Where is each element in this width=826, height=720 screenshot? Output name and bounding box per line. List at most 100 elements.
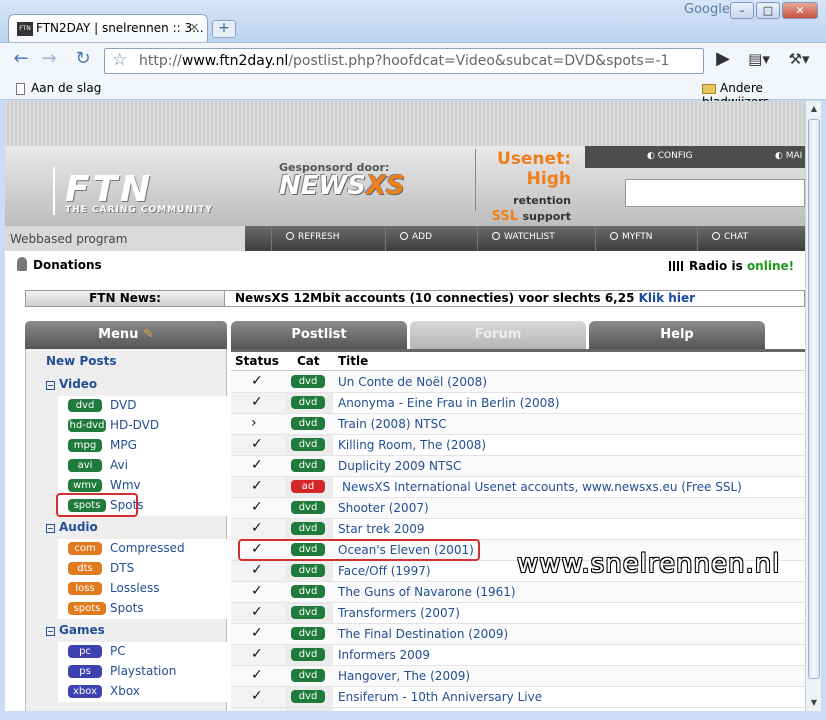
- post-title-link[interactable]: The Guns of Navarone (1961): [338, 585, 516, 599]
- category-badge[interactable]: dvd: [291, 669, 325, 682]
- table-row[interactable]: ✓ dvd Informers 2009: [231, 645, 805, 666]
- close-tab-icon[interactable]: ✕: [190, 21, 199, 34]
- table-row[interactable]: ✓ dvd Un Conte de Noël (2008): [231, 372, 805, 393]
- post-title-link[interactable]: Duplicity 2009 NTSC: [338, 459, 461, 473]
- header-top-strip: [5, 101, 805, 146]
- mail-link[interactable]: ◐ MAI: [775, 151, 802, 161]
- category-badge[interactable]: dvd: [291, 438, 325, 451]
- config-link[interactable]: ◐ CONFIG: [647, 151, 693, 161]
- table-row[interactable]: ✓ dvd Hangover, The (2009): [231, 666, 805, 687]
- sidebar: New Posts − Video dvd DVD hd-dvd HD-DVD mpg MP…: [25, 349, 228, 711]
- maximize-icon[interactable]: □: [756, 2, 780, 19]
- category-badge[interactable]: dvd: [291, 606, 325, 619]
- table-row[interactable]: ✓ ad NewsXS International Usenet accounts,…: [231, 477, 805, 498]
- sidebar-item-label: Compressed: [110, 541, 185, 555]
- sidebar-item-spots[interactable]: spots Spots: [58, 599, 228, 619]
- usenet-ad[interactable]: Usenet: High retention SSL support: [475, 149, 575, 224]
- sidebar-item-mpg[interactable]: mpg MPG: [58, 436, 228, 456]
- post-title-link[interactable]: Informers 2009: [338, 648, 430, 662]
- sidebar-item-pc[interactable]: pc PC: [58, 642, 228, 662]
- section-video[interactable]: − Video: [46, 377, 97, 391]
- tab-forum[interactable]: Forum: [410, 321, 586, 349]
- new-posts-link[interactable]: New Posts: [46, 354, 117, 368]
- table-row[interactable]: › dvd Train (2008) NTSC: [231, 414, 805, 435]
- sidebar-item-playstation[interactable]: ps Playstation: [58, 662, 228, 682]
- category-badge[interactable]: dvd: [291, 648, 325, 661]
- post-title-link[interactable]: Anonyma - Eine Frau in Berlin (2008): [338, 396, 560, 410]
- sidebar-item-xbox[interactable]: xbox Xbox: [58, 682, 228, 702]
- new-tab-button[interactable]: +: [212, 20, 236, 38]
- post-title-link[interactable]: Shooter (2007): [338, 501, 429, 515]
- sidebar-item-lossless[interactable]: loss Lossless: [58, 579, 228, 599]
- category-badge[interactable]: dvd: [291, 417, 325, 430]
- post-title-link[interactable]: Ensiferum - 10th Anniversary Live: [338, 690, 542, 704]
- category-badge[interactable]: ad: [291, 480, 325, 493]
- table-row[interactable]: ✓ dvd Anonyma - Eine Frau in Berlin (2008): [231, 393, 805, 414]
- table-row[interactable]: ✓ dvd Ensiferum - 10th Anniversary Live: [231, 687, 805, 708]
- sponsor-logo[interactable]: NEWSXS: [279, 171, 405, 201]
- tab-help[interactable]: Help: [589, 321, 765, 349]
- page-menu-icon[interactable]: ▤▾: [744, 48, 774, 72]
- news-link[interactable]: Klik hier: [639, 291, 695, 305]
- category-badge[interactable]: dvd: [291, 501, 325, 514]
- reload-icon[interactable]: ↻: [70, 48, 96, 72]
- category-badge[interactable]: dvd: [291, 564, 325, 577]
- sidebar-item-hd-dvd[interactable]: hd-dvd HD-DVD: [58, 416, 228, 436]
- post-title-link[interactable]: Transformers (2007): [338, 606, 460, 620]
- tab-postlist[interactable]: Postlist: [231, 321, 407, 349]
- post-title-link[interactable]: Hangover, The (2009): [338, 669, 470, 683]
- table-row[interactable]: ✓ dvd The Guns of Navarone (1961): [231, 582, 805, 603]
- post-title-link[interactable]: Train (2008) NTSC: [338, 417, 447, 431]
- category-badge[interactable]: dvd: [291, 627, 325, 640]
- table-row[interactable]: ✓ dvd Star trek 2009: [231, 519, 805, 540]
- table-row[interactable]: ✓ dvd Duplicity 2009 NTSC: [231, 456, 805, 477]
- category-badge[interactable]: dvd: [291, 459, 325, 472]
- sidebar-item-dvd[interactable]: dvd DVD: [58, 396, 228, 416]
- col-status[interactable]: Status: [235, 354, 279, 368]
- close-window-icon[interactable]: ✕: [782, 2, 818, 19]
- minimize-icon[interactable]: –: [730, 2, 754, 19]
- nav-add[interactable]: ADD: [385, 226, 467, 251]
- category-badge[interactable]: dvd: [291, 396, 325, 409]
- vertical-scrollbar[interactable]: ▲ ▼: [805, 101, 821, 711]
- sidebar-item-avi[interactable]: avi Avi: [58, 456, 228, 476]
- category-badge[interactable]: dvd: [291, 522, 325, 535]
- post-title-link[interactable]: Killing Room, The (2008): [338, 438, 486, 452]
- table-row[interactable]: ✓ dvd Killing Room, The (2008): [231, 435, 805, 456]
- table-row[interactable]: ✓ dvd Transformers (2007): [231, 603, 805, 624]
- back-icon[interactable]: ←: [8, 48, 34, 72]
- post-title-link[interactable]: The Final Destination (2009): [338, 627, 508, 641]
- bookmark-aan-de-slag[interactable]: Aan de slag: [16, 81, 101, 95]
- post-title-link[interactable]: NewsXS International Usenet accounts, ww…: [342, 480, 742, 494]
- table-row[interactable]: ✓ dvd The Final Destination (2009): [231, 624, 805, 645]
- address-bar[interactable]: ☆ http://www.ftn2day.nl/postlist.php?hoof…: [104, 48, 704, 74]
- col-title[interactable]: Title: [338, 354, 368, 368]
- star-icon[interactable]: ☆: [112, 50, 127, 70]
- nav-watchlist[interactable]: WATCHLIST: [477, 226, 587, 251]
- header-search-input[interactable]: [625, 179, 805, 207]
- news-label: FTN News:: [25, 290, 225, 307]
- go-icon[interactable]: ▶: [710, 48, 736, 72]
- wrench-icon[interactable]: ⚒▾: [782, 48, 816, 72]
- category-badge[interactable]: dvd: [291, 585, 325, 598]
- forward-icon[interactable]: →: [36, 48, 62, 72]
- col-cat[interactable]: Cat: [297, 354, 320, 368]
- radio-status[interactable]: Radio is online!: [669, 259, 794, 273]
- table-row[interactable]: ✓ dvd Shooter (2007): [231, 498, 805, 519]
- post-title-link[interactable]: Un Conte de Noël (2008): [338, 375, 487, 389]
- post-title-link[interactable]: Star trek 2009: [338, 522, 424, 536]
- donations-link[interactable]: Donations: [17, 257, 102, 272]
- scroll-up-icon: ▲: [810, 104, 818, 113]
- nav-refresh[interactable]: REFRESH: [271, 226, 369, 251]
- nav-myftn[interactable]: MYFTN: [595, 226, 681, 251]
- section-games[interactable]: − Games: [46, 623, 105, 637]
- nav-chat[interactable]: CHAT: [697, 226, 805, 251]
- sidebar-item-dts[interactable]: dts DTS: [58, 559, 228, 579]
- browser-tab[interactable]: FTN FTN2DAY | snelrennen :: 3... ✕: [8, 14, 208, 44]
- post-title-link[interactable]: Face/Off (1997): [338, 564, 431, 578]
- section-audio[interactable]: − Audio: [46, 520, 98, 534]
- sidebar-item-compressed[interactable]: com Compressed: [58, 539, 228, 559]
- category-badge[interactable]: dvd: [291, 690, 325, 703]
- ftn-logo[interactable]: FTN THE CARING COMMUNITY: [53, 167, 253, 215]
- category-badge[interactable]: dvd: [291, 375, 325, 388]
